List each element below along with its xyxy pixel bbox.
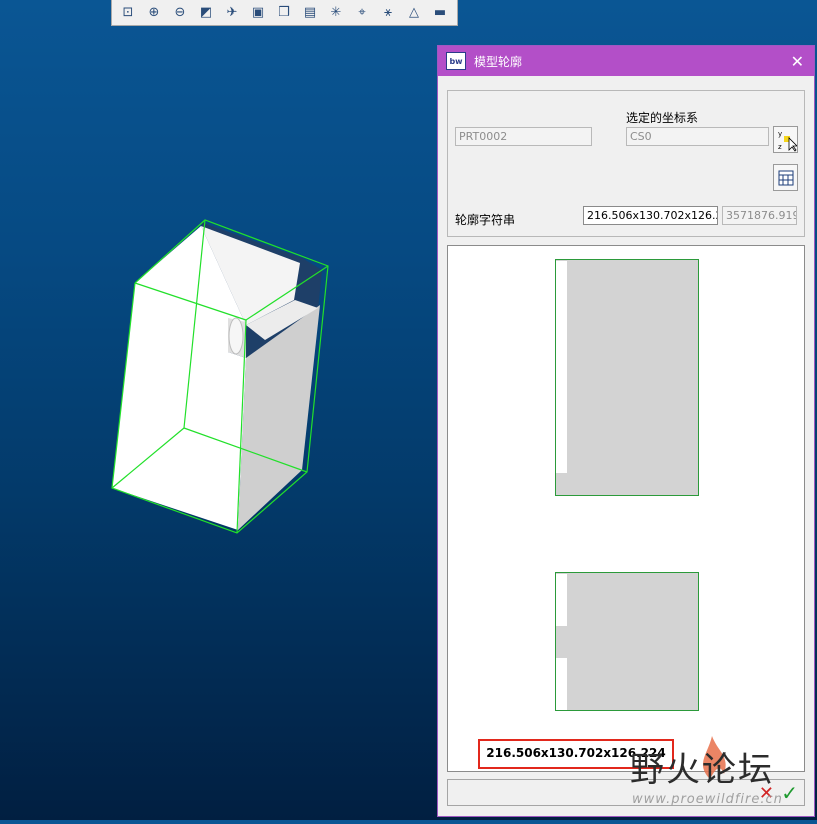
model-name-field: PRT0002: [455, 127, 592, 146]
close-icon[interactable]: ✕: [791, 52, 804, 71]
top-view-outline: [555, 259, 699, 496]
dimension-annotation: 216.506x130.702x126.224: [478, 739, 674, 769]
dialog-button-bar: ✕ ✓: [447, 779, 805, 806]
settings-group: PRT0002 选定的坐标系 CS0 y z 轮廓字符串 216.506x130…: [447, 90, 805, 237]
view-toolbar: ⊡ ⊕ ⊖ ◩ ✈ ▣ ❒ ▤ ✳ ⌖ ⚹ △ ▬: [111, 0, 458, 26]
zoom-out-icon[interactable]: ⊖: [168, 2, 192, 24]
dialog-titlebar[interactable]: bw 模型轮廓 ✕: [438, 46, 814, 76]
csys-display-icon[interactable]: ⌖: [350, 2, 374, 24]
volume-field: 3571876.919: [722, 206, 797, 225]
datum-display-icon[interactable]: ✳: [324, 2, 348, 24]
zoom-fit-icon[interactable]: ⊡: [116, 2, 140, 24]
front-view-outline: [555, 572, 699, 711]
csys-select-icon: y z: [778, 130, 797, 152]
camera-icon[interactable]: ▤: [298, 2, 322, 24]
info-table-button[interactable]: [773, 164, 798, 191]
cancel-button[interactable]: ✕: [759, 783, 774, 804]
coord-system-field: CS0: [626, 127, 769, 146]
ok-button[interactable]: ✓: [781, 781, 798, 805]
coord-system-label: 选定的坐标系: [626, 111, 699, 125]
shading-icon[interactable]: △: [402, 2, 426, 24]
select-csys-button[interactable]: y z: [773, 126, 798, 153]
outline-preview: 216.506x130.702x126.224: [447, 245, 805, 772]
table-icon: [778, 170, 793, 185]
layers-icon[interactable]: ❒: [272, 2, 296, 24]
dialog-title: 模型轮廓: [474, 54, 523, 69]
app-logo-icon: bw: [446, 52, 466, 70]
svg-text:z: z: [778, 143, 782, 151]
refit-icon[interactable]: ◩: [194, 2, 218, 24]
saved-views-icon[interactable]: ▣: [246, 2, 270, 24]
top-view-strip: [556, 261, 567, 473]
display-style-icon[interactable]: ▬: [428, 2, 452, 24]
svg-text:y: y: [778, 130, 782, 138]
view-orient-icon[interactable]: ✈: [220, 2, 244, 24]
model-outline-dialog: bw 模型轮廓 ✕ PRT0002 选定的坐标系 CS0 y z 轮廓字符串 2…: [437, 45, 815, 817]
spin-center-icon[interactable]: ⚹: [376, 2, 400, 24]
outline-string-label: 轮廓字符串: [455, 213, 516, 227]
zoom-in-icon[interactable]: ⊕: [142, 2, 166, 24]
outline-string-field[interactable]: 216.506x130.702x126.224: [583, 206, 718, 225]
